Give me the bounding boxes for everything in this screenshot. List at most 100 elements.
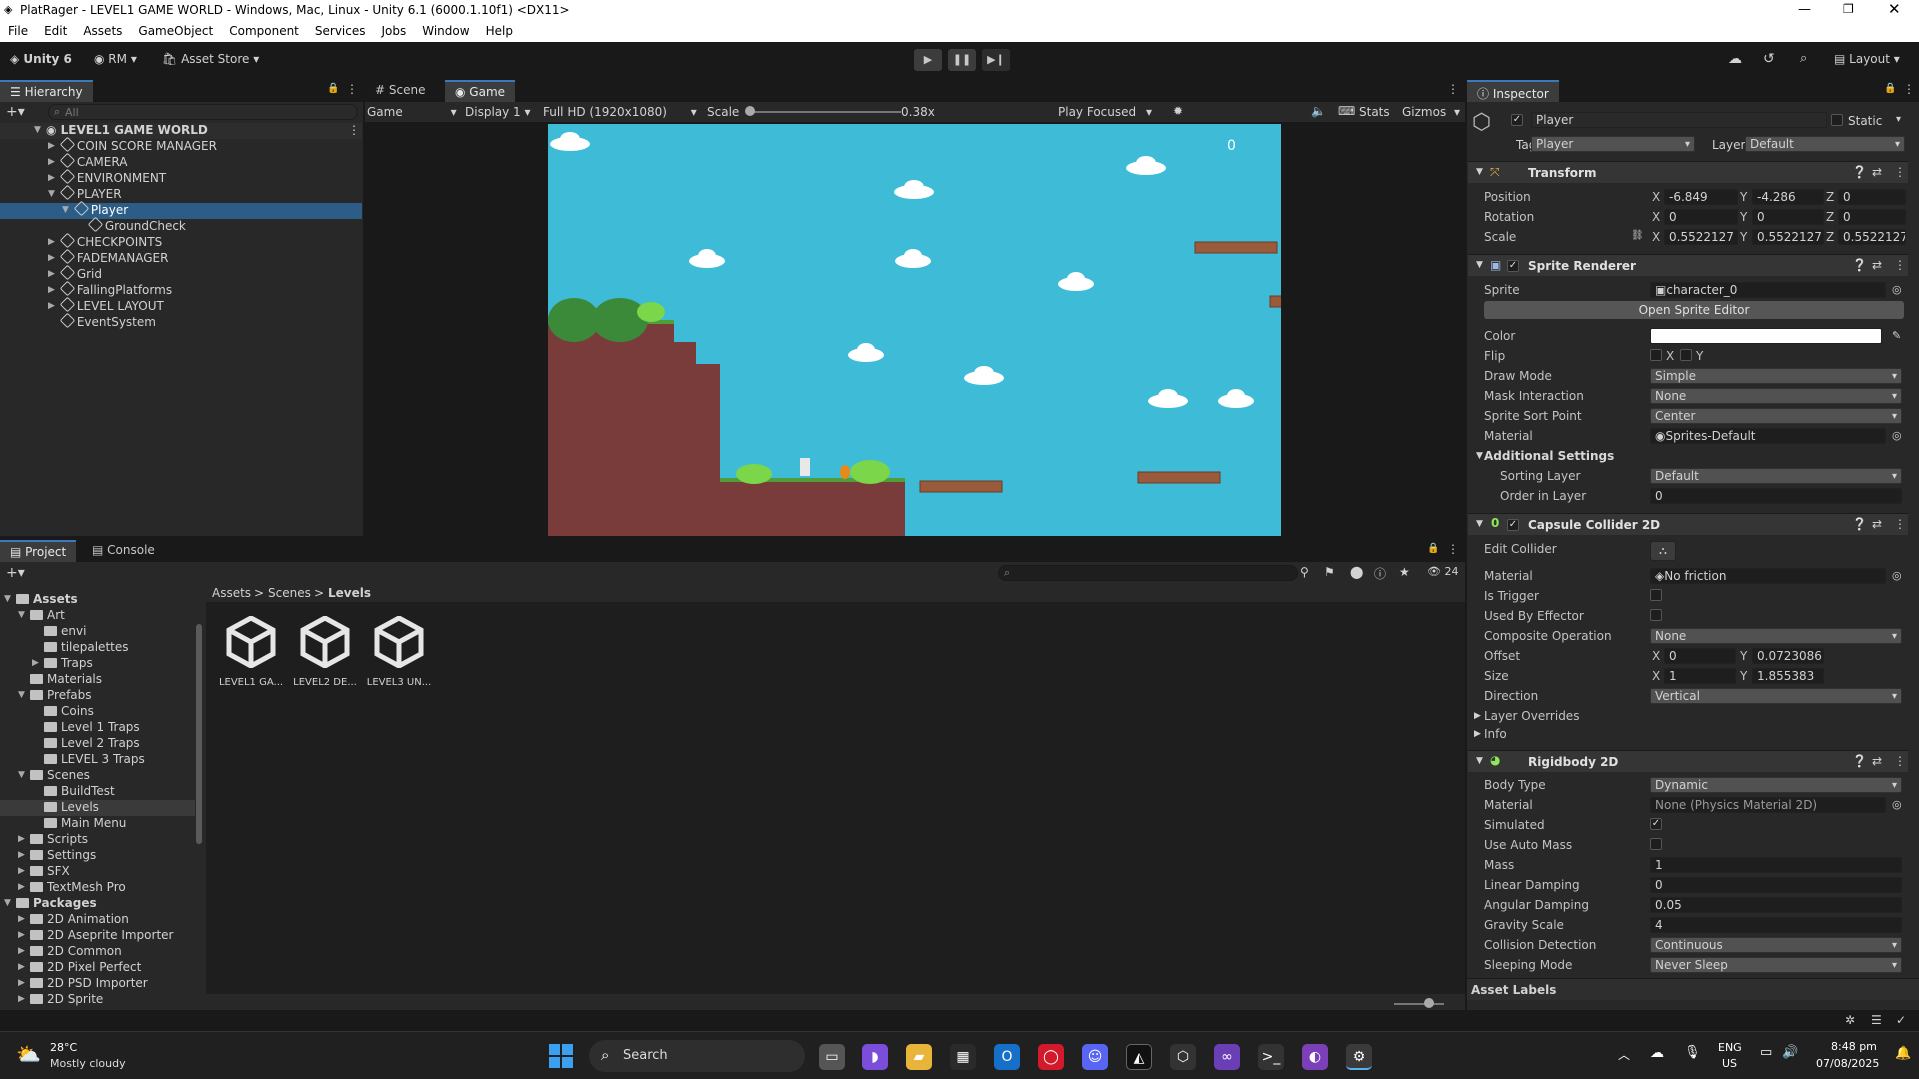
tree-item[interactable]: Coins (0, 704, 195, 720)
tag-dropdown[interactable]: Player (1531, 136, 1695, 152)
tree-item[interactable]: Level 2 Traps (0, 736, 195, 752)
visual-studio-icon[interactable]: ∞ (1214, 1044, 1240, 1070)
menu-component[interactable]: Component (221, 22, 307, 38)
clock-date[interactable]: 07/08/2025 (1816, 1057, 1879, 1070)
search-by-type-icon[interactable]: ⚲ (1300, 565, 1309, 579)
keyboard-icon[interactable]: ⌨ (1338, 104, 1355, 118)
hierarchy-item[interactable]: ▶ CAMERA (0, 152, 362, 171)
collapsed-arrow-icon[interactable]: ▶ (48, 157, 55, 167)
tree-item[interactable]: ▶ Settings (0, 848, 195, 864)
transform-header[interactable]: ▼ ⤧ Transform ❔ ⇄ ⋮ (1468, 161, 1908, 183)
component-menu-icon[interactable]: ⋮ (1894, 754, 1906, 768)
tree-item[interactable]: ▼ Art (0, 608, 195, 624)
hierarchy-item[interactable]: ▶ FADEMANAGER (0, 248, 362, 267)
tree-item[interactable]: LEVEL 3 Traps (0, 752, 195, 768)
auto-mass-checkbox[interactable] (1650, 838, 1662, 850)
draw-mode-dropdown[interactable]: Simple (1650, 368, 1902, 384)
layout-dropdown[interactable]: ▤ Layout ▾ (1834, 52, 1900, 66)
start-button[interactable] (549, 1044, 573, 1068)
object-picker-icon[interactable]: ◎ (1892, 798, 1902, 811)
collapsed-arrow-icon[interactable]: ▶ (48, 173, 55, 183)
stats-button[interactable]: Stats (1359, 105, 1390, 119)
kebab-menu-icon[interactable]: ⋮ (1447, 542, 1459, 556)
help-icon[interactable]: ❔ (1852, 165, 1867, 179)
constrain-proportions-icon[interactable]: ⛓ (1631, 230, 1644, 241)
scene-asset[interactable]: LEVEL1 GA... (216, 615, 286, 688)
scene-asset[interactable]: LEVEL2 DE... (290, 615, 360, 688)
menu-edit[interactable]: Edit (36, 22, 75, 38)
rigidbody-header[interactable]: ▼ ◕ Rigidbody 2D ❔ ⇄ ⋮ (1468, 750, 1908, 772)
active-checkbox[interactable]: ✓ (1511, 114, 1523, 126)
layer-overrides-foldout[interactable]: ▶ Layer Overrides (1468, 707, 1908, 725)
sleeping-mode-dropdown[interactable]: Never Sleep (1650, 957, 1902, 973)
tree-item[interactable]: ▼ Scenes (0, 768, 195, 784)
tab-hierarchy[interactable]: ☰ Hierarchy (0, 80, 93, 102)
scale-slider[interactable] (751, 111, 901, 113)
icon-size-slider-handle[interactable] (1424, 998, 1434, 1008)
component-menu-icon[interactable]: ⋮ (1894, 517, 1906, 531)
collapsed-arrow-icon[interactable]: ▶ (48, 269, 55, 279)
kebab-menu-icon[interactable]: ⋮ (1447, 82, 1459, 96)
sort-point-dropdown[interactable]: Center (1650, 408, 1902, 424)
rotation-x-field[interactable]: 0 (1664, 209, 1738, 225)
hierarchy-item[interactable]: ▶ ENVIRONMENT (0, 168, 362, 187)
language-label[interactable]: ENG (1718, 1041, 1742, 1054)
composite-operation-dropdown[interactable]: None (1650, 628, 1902, 644)
tab-game[interactable]: ◉ Game (445, 80, 516, 102)
breadcrumb-scenes[interactable]: Scenes (268, 586, 311, 600)
scene-root-row[interactable]: ▼ ◉ LEVEL1 GAME WORLD ⋮ (0, 123, 362, 139)
close-window-button[interactable]: ✕ (1888, 0, 1901, 18)
hierarchy-item[interactable]: ▶ CHECKPOINTS (0, 232, 362, 251)
menu-gameobject[interactable]: GameObject (130, 22, 221, 38)
help-icon[interactable]: ❔ (1852, 258, 1867, 272)
help-icon[interactable]: ❔ (1852, 517, 1867, 531)
game-render-viewport[interactable]: 0 (548, 124, 1281, 536)
scene-menu-icon[interactable]: ⋮ (348, 123, 360, 137)
copilot-icon[interactable]: ◗ (862, 1044, 888, 1070)
gizmos-button[interactable]: Gizmos ▾ (1402, 105, 1460, 119)
game-mode-dropdown[interactable]: Game ▾ (367, 105, 457, 119)
weather-icon[interactable]: ⛅ (16, 1042, 41, 1066)
scale-z-field[interactable]: 0.5522127 (1838, 229, 1906, 245)
size-x-field[interactable]: 1 (1664, 668, 1736, 684)
history-icon[interactable]: ↺ (1763, 51, 1775, 67)
position-x-field[interactable]: -6.849 (1664, 189, 1738, 205)
tree-item[interactable]: envi (0, 624, 195, 640)
sprite-renderer-header[interactable]: ▼ ▣ ✓ Sprite Renderer ❔ ⇄ ⋮ (1468, 254, 1908, 276)
search-icon[interactable]: ⌕ (1800, 51, 1807, 66)
filter-icon[interactable]: ⚑ (1324, 565, 1335, 579)
collapsed-arrow-icon[interactable]: ▶ (48, 285, 55, 295)
expand-arrow-icon[interactable]: ▼ (1476, 260, 1483, 270)
collapsed-arrow-icon[interactable]: ▶ (48, 301, 55, 311)
outlook-icon[interactable]: O (994, 1044, 1020, 1070)
position-y-field[interactable]: -4.286 (1752, 189, 1824, 205)
tree-item[interactable]: ▶ 2D Animation (0, 912, 195, 928)
angular-damping-field[interactable]: 0.05 (1650, 897, 1902, 913)
asset-store-button[interactable]: 🛍 Asset Store ▾ (162, 52, 259, 66)
used-by-effector-checkbox[interactable] (1650, 609, 1662, 621)
lock-icon[interactable]: 🔒 (1427, 543, 1439, 554)
color-field[interactable] (1650, 328, 1882, 344)
hierarchy-item[interactable]: ▶ LEVEL LAYOUT (0, 296, 362, 315)
menu-jobs[interactable]: Jobs (374, 22, 415, 38)
object-name-field[interactable]: Player (1531, 112, 1827, 128)
additional-settings-foldout[interactable]: ▼ Additional Settings (1468, 447, 1908, 465)
store-icon[interactable]: ▦ (950, 1044, 976, 1070)
hierarchy-item-selected[interactable]: ▼ Player (0, 200, 362, 219)
taskbar-search[interactable]: ⌕ Search (589, 1040, 805, 1072)
mass-field[interactable]: 1 (1650, 857, 1902, 873)
expand-arrow-icon[interactable]: ▼ (1476, 167, 1483, 177)
tree-item[interactable]: Materials (0, 672, 195, 688)
collapsed-arrow-icon[interactable]: ▶ (48, 237, 55, 247)
enabled-checkbox[interactable]: ✓ (1507, 519, 1519, 531)
project-search-input[interactable]: ⌕ (998, 565, 1298, 581)
debug-icon[interactable]: ✲ (1845, 1013, 1855, 1027)
component-menu-icon[interactable]: ⋮ (1894, 165, 1906, 179)
rotation-z-field[interactable]: 0 (1838, 209, 1906, 225)
tab-scene[interactable]: # Scene (365, 80, 435, 102)
hierarchy-item[interactable]: ▶ COIN SCORE MANAGER (0, 136, 362, 155)
tree-item[interactable]: ▼ Assets (0, 592, 195, 608)
favorite-icon[interactable]: ★ (1399, 565, 1410, 579)
menu-help[interactable]: Help (478, 22, 521, 38)
gravity-scale-field[interactable]: 4 (1650, 917, 1902, 933)
